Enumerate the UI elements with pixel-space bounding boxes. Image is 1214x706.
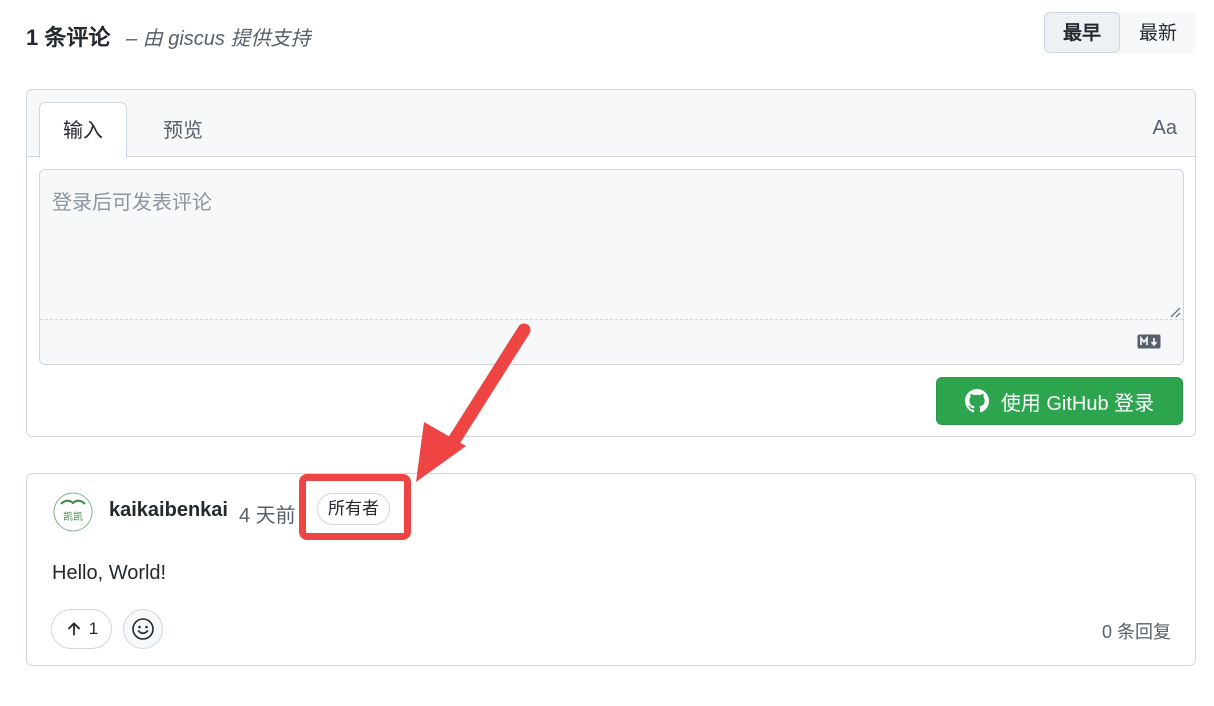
comment-body: Hello, World! xyxy=(52,562,167,584)
comment-count: 1 条评论 xyxy=(26,25,111,50)
avatar[interactable]: 凯凯 xyxy=(51,490,95,534)
reply-count[interactable]: 0 条回复 xyxy=(1102,618,1171,644)
markdown-icon xyxy=(1137,334,1161,349)
annotation-highlight-box xyxy=(299,474,411,540)
sort-toggle-group: 最早 最新 xyxy=(1043,12,1196,53)
annotation-arrow-icon xyxy=(416,323,531,482)
github-login-button[interactable]: 使用 GitHub 登录 xyxy=(936,377,1183,425)
comment-input-wrapper xyxy=(39,169,1184,365)
arrow-up-icon xyxy=(67,622,80,636)
login-button-label: 使用 GitHub 登录 xyxy=(1000,392,1155,415)
comment-time[interactable]: 4 天前 xyxy=(239,499,296,528)
tab-write[interactable]: 输入 xyxy=(39,102,127,158)
comments-header: 1 条评论 – 由 giscus 提供支持 最早 最新 xyxy=(26,12,1196,56)
font-toggle-icon[interactable]: Aa xyxy=(1153,117,1177,140)
tab-preview[interactable]: 预览 xyxy=(139,102,227,158)
comment-editor: 输入 预览 Aa 使用 GitHub 登录 xyxy=(26,89,1196,437)
add-reaction-button[interactable] xyxy=(123,609,163,649)
comment-input[interactable] xyxy=(40,170,1183,320)
sort-oldest-button[interactable]: 最早 xyxy=(1043,12,1120,53)
comment-card: 凯凯 kaikaibenkai 4 天前 所有者 Hello, World! 1… xyxy=(26,473,1196,666)
upvote-count: 1 xyxy=(88,619,99,638)
avatar-text: 凯凯 xyxy=(63,510,83,523)
comment-author[interactable]: kaikaibenkai xyxy=(109,499,228,522)
avatar-image: 凯凯 xyxy=(51,490,95,534)
input-divider xyxy=(40,319,1183,320)
powered-by-text: – 由 giscus 提供支持 xyxy=(126,28,311,50)
sort-newest-button[interactable]: 最新 xyxy=(1120,12,1196,53)
upvote-button[interactable]: 1 xyxy=(51,609,112,649)
resize-handle-icon[interactable] xyxy=(1169,306,1181,318)
editor-tabbar: 输入 预览 Aa xyxy=(27,90,1195,158)
smiley-icon xyxy=(132,618,154,640)
github-icon xyxy=(964,389,989,413)
